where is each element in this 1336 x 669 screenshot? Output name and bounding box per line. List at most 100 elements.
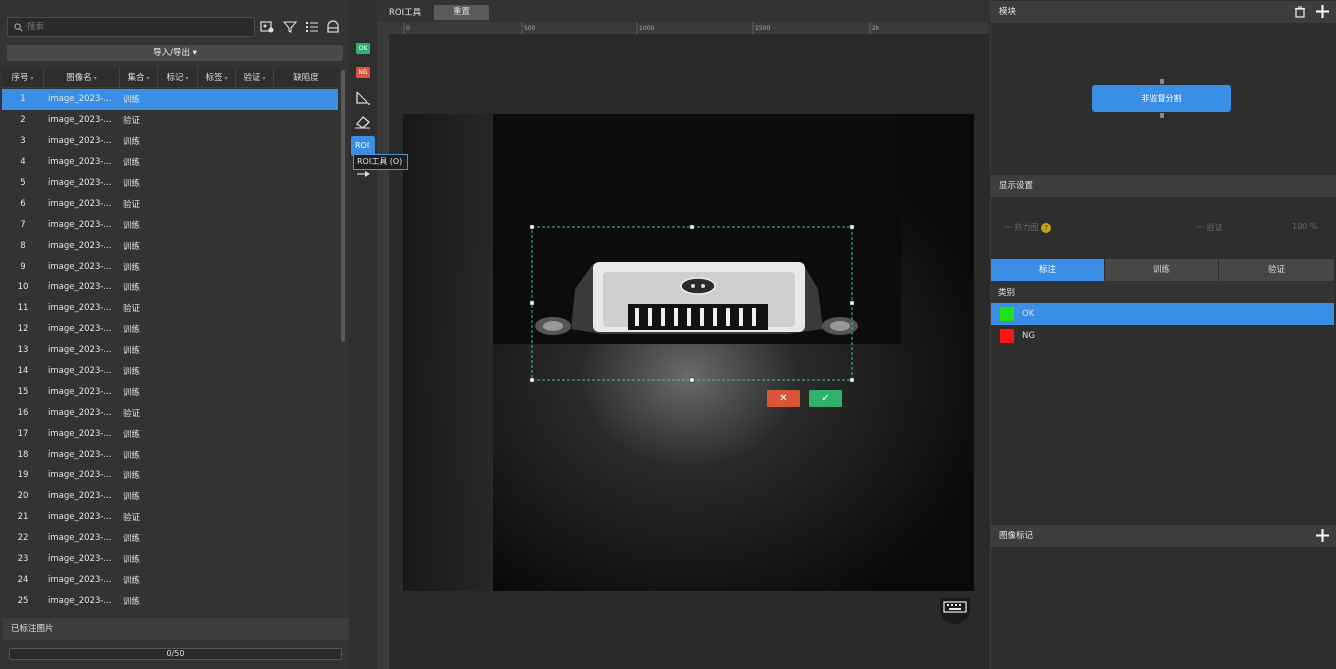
module-node-unsupervised-seg[interactable]: 非监督分割 [1092, 85, 1231, 112]
node-port-top[interactable] [1160, 79, 1164, 84]
image-tags-header: 图像标记 [991, 525, 1336, 547]
col-image-name[interactable]: 图像名 ▾ [44, 68, 120, 88]
row-set: 验证 [123, 199, 141, 210]
row-set: 训练 [123, 387, 141, 398]
table-row[interactable]: 22 image_2023-... 训练 [2, 528, 338, 549]
table-row[interactable]: 4 image_2023-... 训练 [2, 152, 338, 173]
row-image-name: image_2023-... [48, 178, 112, 188]
row-set: 训练 [123, 450, 141, 461]
col-defect[interactable]: 缺陷度 [274, 68, 338, 88]
row-index: 13 [17, 345, 29, 356]
search-box[interactable] [7, 17, 255, 37]
ok-tool-badge[interactable]: OK [356, 43, 370, 54]
polygon-tool-icon[interactable] [355, 90, 371, 106]
table-row[interactable]: 16 image_2023-... 验证 [2, 402, 338, 423]
list-scrollbar[interactable] [341, 70, 345, 342]
add-tag-icon[interactable] [1316, 529, 1329, 542]
row-set: 训练 [123, 575, 141, 586]
col-mark[interactable]: 标记 ▾ [158, 68, 198, 88]
table-row[interactable]: 18 image_2023-... 训练 [2, 444, 338, 465]
row-image-name: image_2023-... [48, 94, 112, 105]
roi-tool-button[interactable]: ROI [351, 136, 375, 156]
module-section-header: 模块 [991, 1, 1336, 23]
tab-train[interactable]: 训练 [1105, 259, 1218, 281]
row-index: 2 [20, 115, 26, 126]
row-index: 5 [20, 178, 26, 188]
row-image-name: image_2023-... [48, 574, 112, 585]
col-index[interactable]: 序号 ▾ [2, 68, 44, 88]
panel-toggle-icon[interactable] [326, 20, 340, 34]
row-set: 训练 [123, 179, 141, 189]
help-icon[interactable]: ? [1041, 223, 1052, 233]
table-row[interactable]: 25 image_2023-... 训练 [2, 590, 338, 611]
ruler-label: 1500 [755, 25, 770, 32]
pointer-tool-icon[interactable] [355, 170, 371, 178]
roi-tool-title: ROI工具 [389, 8, 422, 18]
tab-verify[interactable]: 验证 [1219, 259, 1334, 281]
import-export-button[interactable]: 导入/导出 ▾ [7, 45, 343, 61]
image-settings-icon[interactable] [260, 20, 274, 34]
table-header: 序号 ▾ 图像名 ▾ 集合 ▾ 标记 ▾ 标签 ▾ 验证 ▾ 缺陷度 [2, 68, 338, 88]
row-index: 9 [20, 261, 26, 272]
row-index: 24 [17, 574, 29, 585]
table-row[interactable]: 7 image_2023-... 训练 [2, 214, 338, 235]
table-row[interactable]: 8 image_2023-... 训练 [2, 235, 338, 256]
category-ok[interactable]: OK [991, 303, 1334, 325]
row-index: 7 [20, 219, 26, 230]
table-row[interactable]: 24 image_2023-... 训练 [2, 569, 338, 590]
keyboard-icon [943, 601, 967, 613]
table-row[interactable]: 21 image_2023-... 验证 [2, 507, 338, 528]
table-row[interactable]: 19 image_2023-... 训练 [2, 465, 338, 486]
module-title: 模块 [999, 7, 1017, 17]
inspection-image[interactable] [403, 114, 974, 591]
confirm-roi-button[interactable]: ✓ [809, 390, 842, 407]
ng-tool-badge[interactable]: NG [356, 67, 370, 78]
left-ruler [377, 22, 389, 669]
table-row[interactable]: 9 image_2023-... 训练 [2, 256, 338, 277]
table-row[interactable]: 10 image_2023-... 训练 [2, 277, 338, 298]
tab-annotate[interactable]: 标注 [991, 259, 1104, 281]
label-progress-bar: 0/50 [9, 648, 342, 660]
table-row[interactable]: 12 image_2023-... 训练 [2, 319, 338, 340]
heatmap-toggle[interactable]: 〰 热力图 ? [1004, 222, 1052, 233]
table-row[interactable]: 20 image_2023-... 训练 [2, 486, 338, 507]
row-image-name: image_2023-... [48, 198, 112, 209]
table-row[interactable]: 3 image_2023-... 训练 [2, 131, 338, 152]
table-row[interactable]: 2 image_2023-... 验证 [2, 110, 338, 131]
row-image-name: image_2023-... [48, 282, 112, 293]
row-image-name: image_2023-... [48, 366, 112, 377]
table-row[interactable]: 17 image_2023-... 训练 [2, 423, 338, 444]
row-image-name: image_2023-... [48, 491, 112, 502]
col-label[interactable]: 标签 ▾ [198, 68, 236, 88]
trash-icon[interactable] [1294, 6, 1306, 18]
verify-toggle[interactable]: 〰 验证 [1196, 222, 1223, 233]
reset-button[interactable]: 重置 [434, 5, 489, 20]
table-row[interactable]: 1 image_2023-... 训练 [2, 89, 338, 110]
col-verify[interactable]: 验证 ▾ [236, 68, 274, 88]
col-set[interactable]: 集合 ▾ [120, 68, 158, 88]
table-row[interactable]: 13 image_2023-... 训练 [2, 340, 338, 361]
table-row[interactable]: 23 image_2023-... 训练 [2, 549, 338, 570]
eraser-tool-icon[interactable] [354, 114, 371, 130]
table-row[interactable]: 6 image_2023-... 验证 [2, 193, 338, 214]
search-input[interactable] [27, 22, 227, 32]
add-module-icon[interactable] [1316, 5, 1329, 18]
table-row[interactable]: 14 image_2023-... 训练 [2, 361, 338, 382]
node-port-bottom[interactable] [1160, 113, 1164, 118]
table-row[interactable]: 5 image_2023-... 训练 [2, 173, 338, 194]
row-image-name: image_2023-... [48, 512, 112, 523]
filter-icon[interactable] [283, 20, 297, 34]
cancel-roi-button[interactable]: ✕ [767, 390, 800, 407]
row-index: 3 [20, 136, 26, 147]
ruler-label: 2k [872, 25, 880, 32]
labeled-images-header[interactable]: 已标注图片 [2, 618, 349, 640]
table-row[interactable]: 15 image_2023-... 训练 [2, 381, 338, 402]
row-set: 训练 [123, 429, 141, 440]
row-image-name: image_2023-... [48, 136, 112, 147]
category-ng[interactable]: NG [991, 325, 1334, 347]
list-view-icon[interactable] [305, 20, 319, 34]
image-table-body: 1 image_2023-... 训练 2 image_2023-... 验证 3 image… [2, 89, 338, 611]
roi-tool-tooltip: ROI工具 (O) [353, 154, 408, 170]
table-row[interactable]: 11 image_2023-... 验证 [2, 298, 338, 319]
row-set: 训练 [123, 283, 141, 294]
